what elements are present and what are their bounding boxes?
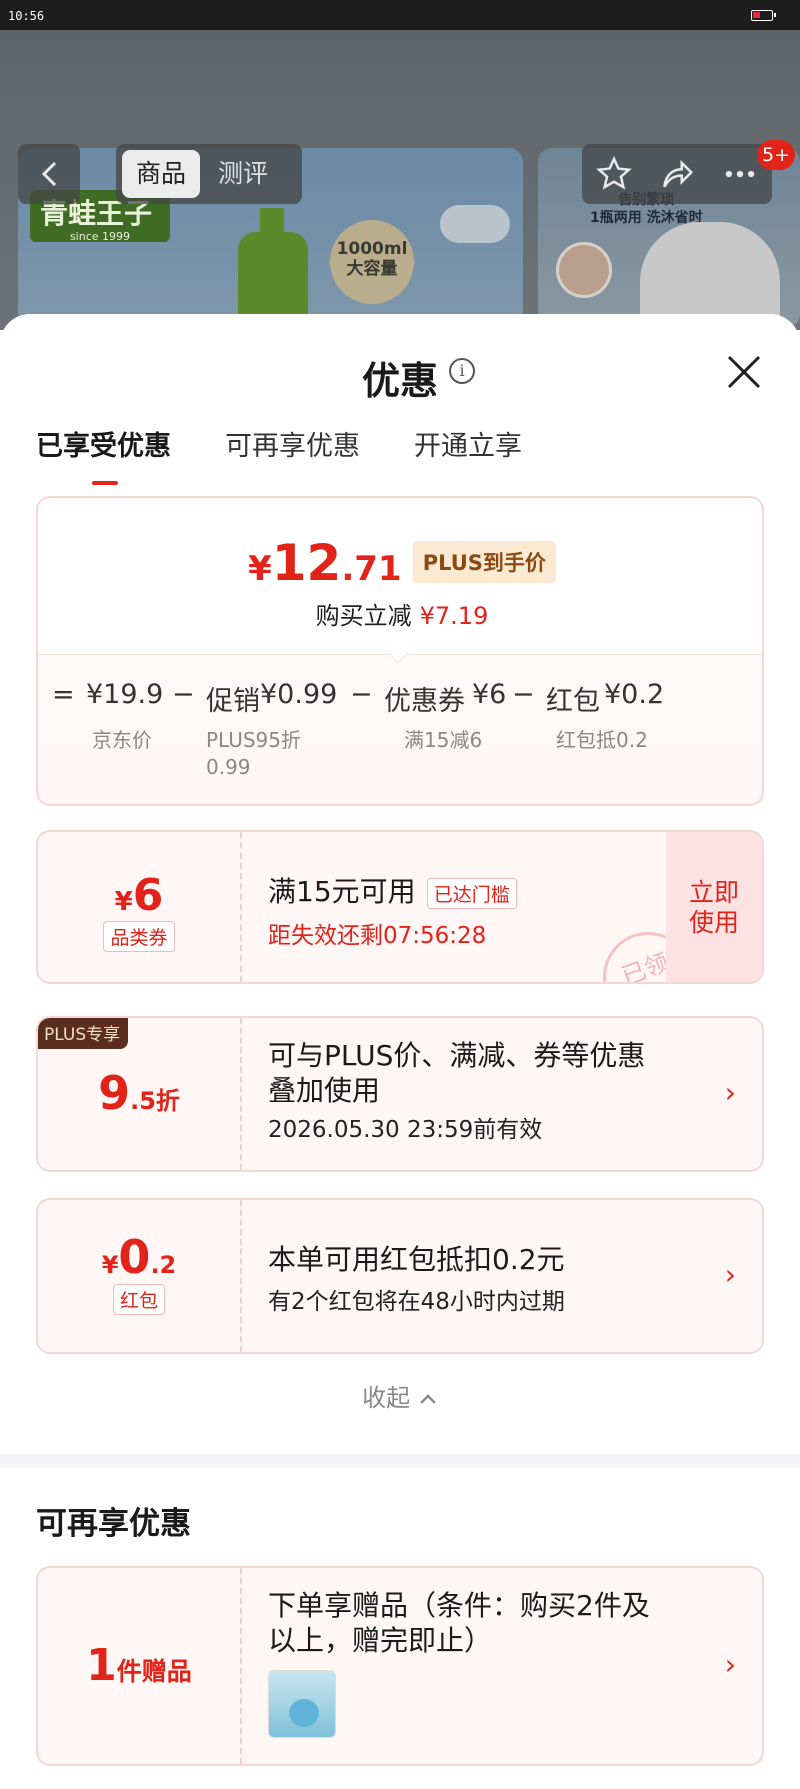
coupon-value: ¥6 品类券 — [38, 832, 242, 982]
coupon-amount: ¥6 — [38, 870, 240, 921]
formula-op: − — [172, 679, 195, 710]
redpacket-expiry: 有2个红包将在48小时内过期 — [268, 1289, 565, 1315]
top-actions — [582, 144, 772, 204]
brand-since: since 1999 — [69, 230, 131, 243]
formula-sub: 京东价 — [92, 728, 152, 752]
price-formula: = ¥19.9 京东价 − 促销 ¥0.99 PLUS95折 0.99 − 优惠… — [38, 654, 762, 804]
chevron-left-icon — [41, 161, 57, 187]
coupon-details: 本单可用红包抵扣0.2元 有2个红包将在48小时内过期 — [268, 1200, 762, 1352]
price-symbol: ¥ — [248, 549, 272, 589]
more-icon[interactable] — [721, 155, 759, 193]
product-tab-switch: 商品 测评 — [116, 144, 302, 204]
redpacket-symbol: ¥ — [101, 1251, 119, 1279]
discount-sheet: 优惠 i 已享受优惠 可再享优惠 开通立享 ¥12.71 PLUS到手价 购买立… — [0, 314, 800, 1789]
tab-enjoyed[interactable]: 已享受优惠 — [36, 424, 171, 485]
coupon-title: 可与PLUS价、满减、券等优惠 叠加使用 — [268, 1039, 646, 1107]
use-now-button[interactable]: 立即 使用 — [666, 832, 762, 982]
formula-op: − — [512, 679, 535, 710]
tab-review[interactable]: 测评 — [204, 150, 282, 198]
collapse-button[interactable]: 收起 — [0, 1378, 800, 1413]
formula-sub: 满15减6 — [404, 728, 483, 752]
final-price: ¥12.71 PLUS到手价 — [38, 534, 762, 592]
tab-more-available[interactable]: 可再享优惠 — [225, 424, 360, 485]
capacity-badge: 1000ml 大容量 — [330, 220, 414, 304]
chevron-up-icon — [419, 1394, 436, 1404]
info-icon[interactable]: i — [449, 358, 475, 384]
tab-product[interactable]: 商品 — [122, 150, 201, 198]
coupon-card-redpacket[interactable]: ¥0.2 红包 本单可用红包抵扣0.2元 有2个红包将在48小时内过期 › — [36, 1198, 764, 1354]
gift-title: 下单享赠品（条件：购买2件及 以上，赠完即止） — [268, 1589, 650, 1657]
star-icon[interactable] — [595, 155, 633, 193]
coupon-title: 满15元可用 — [268, 875, 416, 908]
redpacket-amount: ¥0.2 — [38, 1230, 240, 1284]
more-section-title: 可再享优惠 — [36, 1506, 191, 1542]
close-icon[interactable] — [724, 352, 764, 392]
redpacket-big: 0 — [118, 1230, 151, 1284]
formula-label: 优惠券 — [384, 686, 465, 717]
status-time: 10:56 — [8, 9, 45, 23]
redpacket-title: 本单可用红包抵扣0.2元 — [268, 1243, 565, 1276]
price-integer: 12 — [271, 534, 342, 592]
coupon-card-plus[interactable]: PLUS专享 9.5折 可与PLUS价、满减、券等优惠 叠加使用 2026.05… — [36, 1016, 764, 1172]
instant-discount-value: ¥7.19 — [419, 602, 489, 630]
gift-count: 1 — [86, 1640, 117, 1691]
chevron-right-icon[interactable]: › — [725, 1648, 736, 1681]
discount-rate: 9.5折 — [38, 1066, 240, 1120]
battery-icon — [751, 10, 776, 21]
back-button[interactable] — [18, 144, 80, 204]
discount-tabs: 已享受优惠 可再享优惠 开通立享 — [36, 424, 522, 485]
cloud-decoration — [440, 205, 510, 243]
coupon-type-tag: 品类券 — [103, 921, 175, 952]
discount-small: .5折 — [130, 1087, 180, 1115]
gift-count-row: 1件赠品 — [38, 1640, 240, 1691]
instant-discount-label: 购买立减 — [315, 602, 412, 630]
coupon-details: 可与PLUS价、满减、券等优惠 叠加使用 2026.05.30 23:59前有效 — [268, 1018, 762, 1170]
formula-label: 红包 — [546, 686, 600, 717]
formula-sub: PLUS95折 0.99 — [206, 728, 301, 779]
redpacket-tag: 红包 — [112, 1284, 165, 1315]
coupon-validity: 2026.05.30 23:59前有效 — [268, 1117, 543, 1143]
formula-amount: ¥19.9 — [86, 679, 164, 710]
coupon-number: 6 — [132, 870, 164, 921]
gift-label: 件赠品 — [116, 1657, 192, 1686]
share-icon[interactable] — [658, 155, 696, 193]
plus-price-tag: PLUS到手价 — [412, 541, 556, 583]
formula-op: = — [52, 679, 75, 710]
formula-sub: 红包抵0.2 — [556, 728, 648, 752]
formula-amount: ¥6 — [472, 679, 507, 710]
message-badge: 5+ — [757, 140, 796, 170]
coupon-value: ¥0.2 红包 — [38, 1200, 242, 1352]
formula-label: 促销 — [206, 686, 260, 717]
gift-thumbnail-image — [268, 1670, 336, 1738]
sheet-title: 优惠 — [361, 359, 438, 403]
coupon-value: 9.5折 — [38, 1018, 242, 1170]
baby-avatar-image — [556, 242, 612, 298]
coupon-symbol: ¥ — [114, 887, 133, 917]
formula-amount: ¥0.99 — [260, 679, 338, 710]
price-summary-card: ¥12.71 PLUS到手价 购买立减 ¥7.19 = ¥19.9 京东价 − 促… — [36, 496, 764, 806]
gift-card[interactable]: 1件赠品 下单享赠品（条件：购买2件及 以上，赠完即止） › — [36, 1566, 764, 1766]
threshold-tag: 已达门槛 — [426, 878, 517, 909]
chevron-right-icon[interactable]: › — [725, 1258, 736, 1291]
section-divider — [0, 1454, 800, 1468]
gift-details: 下单享赠品（条件：购买2件及 以上，赠完即止） — [268, 1568, 762, 1764]
instant-discount: 购买立减 ¥7.19 — [38, 596, 762, 631]
chevron-right-icon[interactable]: › — [725, 1076, 736, 1109]
formula-amount: ¥0.2 — [604, 679, 665, 710]
tab-activate[interactable]: 开通立享 — [414, 424, 522, 485]
gift-value: 1件赠品 — [38, 1568, 242, 1764]
status-bar: 10:56 — [0, 0, 800, 30]
price-decimal: .71 — [341, 549, 402, 589]
formula-op: − — [350, 679, 373, 710]
coupon-card-category[interactable]: ¥6 品类券 满15元可用 已达门槛 距失效还剩07:56:28 已领 立即 使… — [36, 830, 764, 984]
collapse-label: 收起 — [362, 1384, 411, 1412]
redpacket-small: .2 — [150, 1251, 177, 1279]
discount-big: 9 — [98, 1066, 131, 1120]
